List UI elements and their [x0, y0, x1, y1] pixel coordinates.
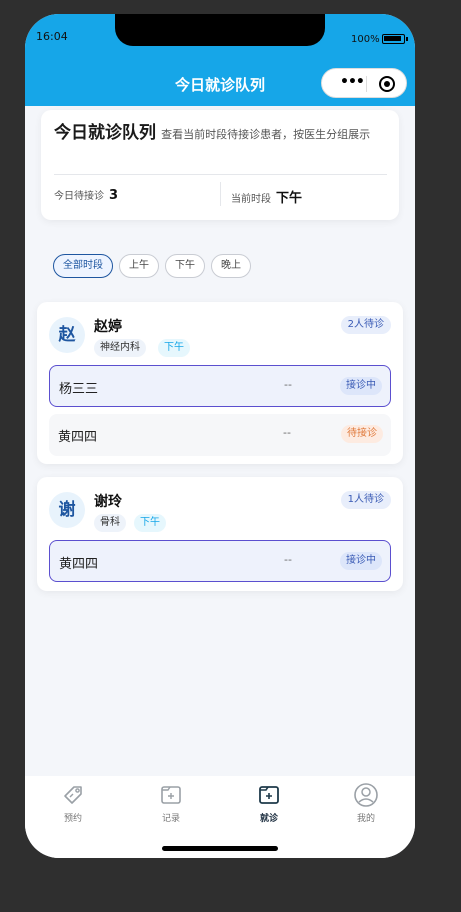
- doctor-name: 赵婷: [94, 319, 122, 335]
- waiting-badge: 2人待诊: [340, 316, 391, 334]
- tab-label: 就诊: [259, 814, 278, 824]
- navigation-bar: 今日就诊队列 •••: [25, 68, 415, 106]
- tab-label: 记录: [161, 814, 180, 824]
- waiting-count: 3: [109, 188, 119, 203]
- profile-icon: [354, 783, 378, 807]
- doctor-card: 谢 谢玲 骨科 下午 1人待诊 黄四四 -- 接诊中: [37, 477, 403, 591]
- status-badge: 接诊中: [340, 552, 382, 570]
- tab-bar: 预约 记录 就诊 我的: [25, 776, 415, 858]
- filter-afternoon[interactable]: 下午: [165, 254, 205, 278]
- department-tag: 骨科: [94, 514, 126, 532]
- close-target-icon[interactable]: [379, 76, 395, 92]
- waiting-label: 今日待接诊: [54, 191, 104, 202]
- phone-screen: 16:04 100% 今日就诊队列 ••• 今日就诊队列 查看当前时段待接诊患者…: [25, 14, 415, 858]
- record-icon: [161, 786, 181, 804]
- camera-notch: [115, 14, 325, 46]
- summary-header: 今日就诊队列 查看当前时段待接诊患者，按医生分组展示: [54, 124, 390, 144]
- tab-visit[interactable]: 就诊: [239, 782, 299, 824]
- period-stat: 当前时段 下午: [231, 187, 302, 206]
- patient-name: 黄四四: [59, 557, 99, 572]
- appointment-tag-icon: [64, 786, 82, 804]
- period-filter: 全部时段 上午 下午 晚上: [53, 254, 251, 278]
- patient-info: --: [283, 426, 291, 439]
- status-badge: 接诊中: [340, 377, 382, 395]
- period-value: 下午: [276, 191, 303, 206]
- tab-label: 我的: [356, 814, 375, 824]
- doctor-card: 赵 赵婷 神经内科 下午 2人待诊 杨三三 -- 接诊中 黄四四 -- 待接诊: [37, 302, 403, 464]
- patient-info: --: [284, 378, 292, 391]
- summary-title: 今日就诊队列: [54, 123, 156, 143]
- doctor-avatar: 谢: [49, 492, 85, 528]
- filter-morning[interactable]: 上午: [119, 254, 159, 278]
- filter-all-periods[interactable]: 全部时段: [53, 254, 113, 278]
- tab-profile[interactable]: 我的: [336, 782, 396, 824]
- patient-row[interactable]: 杨三三 -- 接诊中: [49, 365, 391, 407]
- tab-label: 预约: [63, 814, 82, 824]
- period-label: 当前时段: [231, 194, 271, 205]
- battery-percent: 100%: [351, 34, 380, 45]
- period-tag: 下午: [134, 514, 166, 532]
- patient-row[interactable]: 黄四四 -- 接诊中: [49, 540, 391, 582]
- tab-records[interactable]: 记录: [141, 782, 201, 824]
- patient-name: 杨三三: [59, 382, 99, 397]
- more-menu-icon[interactable]: •••: [340, 74, 365, 90]
- summary-card: 今日就诊队列 查看当前时段待接诊患者，按医生分组展示 今日待接诊 3 当前时段 下午: [41, 110, 399, 220]
- department-tag: 神经内科: [94, 339, 146, 357]
- waiting-stat: 今日待接诊 3: [54, 187, 118, 203]
- patient-info: --: [284, 553, 292, 566]
- waiting-badge: 1人待诊: [340, 491, 391, 509]
- status-time: 16:04: [36, 30, 68, 43]
- period-tag: 下午: [158, 339, 190, 357]
- home-indicator: [162, 846, 278, 851]
- patient-row[interactable]: 黄四四 -- 待接诊: [49, 414, 391, 456]
- status-badge: 待接诊: [341, 425, 383, 443]
- visit-icon: [259, 786, 279, 804]
- main-content: 今日就诊队列 查看当前时段待接诊患者，按医生分组展示 今日待接诊 3 当前时段 下午…: [25, 106, 415, 776]
- filter-evening[interactable]: 晚上: [211, 254, 251, 278]
- status-bar: 16:04 100%: [25, 14, 415, 68]
- tab-appointment[interactable]: 预约: [43, 782, 103, 824]
- patient-name: 黄四四: [58, 430, 98, 445]
- summary-description: 查看当前时段待接诊患者，按医生分组展示: [161, 128, 371, 141]
- battery-icon: [382, 34, 408, 44]
- capsule-divider: [366, 76, 367, 92]
- doctor-avatar: 赵: [49, 317, 85, 353]
- doctor-name: 谢玲: [94, 494, 122, 510]
- divider: [54, 174, 387, 175]
- vertical-divider: [220, 182, 221, 206]
- mini-program-capsule: •••: [321, 68, 407, 98]
